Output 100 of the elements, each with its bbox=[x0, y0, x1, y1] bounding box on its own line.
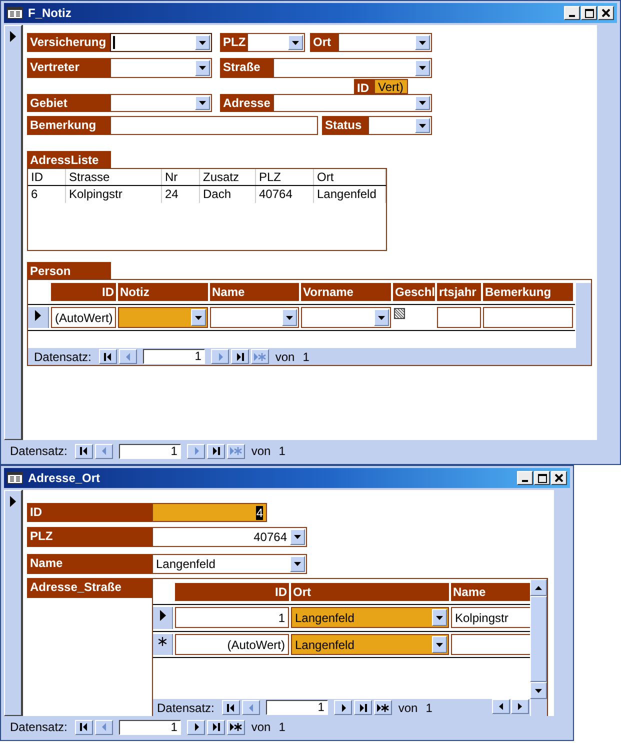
dropdown-button[interactable] bbox=[195, 35, 210, 50]
scroll-left-button[interactable] bbox=[492, 699, 510, 714]
scroll-thumb[interactable] bbox=[530, 596, 547, 682]
scroll-down-button[interactable] bbox=[530, 682, 547, 699]
combo-box[interactable]: Langenfeld bbox=[291, 607, 449, 628]
combo-box[interactable] bbox=[110, 58, 212, 78]
combo-box[interactable] bbox=[301, 307, 391, 328]
field-label: AdressListe bbox=[27, 151, 111, 168]
caret-icon bbox=[419, 124, 426, 128]
combo-box[interactable]: 40764 bbox=[152, 527, 307, 547]
record-number-field[interactable]: 1 bbox=[119, 444, 182, 458]
column-header: Zusatz bbox=[200, 169, 256, 185]
last-record-button[interactable] bbox=[231, 349, 250, 364]
maximize-button[interactable] bbox=[534, 471, 550, 485]
field-label: Gebiet bbox=[27, 94, 110, 112]
column-header[interactable]: ID bbox=[175, 583, 289, 601]
combo-box[interactable] bbox=[210, 307, 299, 328]
dropdown-button[interactable] bbox=[374, 309, 389, 326]
dropdown-button[interactable] bbox=[415, 118, 430, 133]
record-count-label: von bbox=[275, 350, 295, 364]
column-header[interactable]: Geschl bbox=[393, 283, 435, 301]
caret-icon bbox=[199, 66, 206, 70]
scroll-up-button[interactable] bbox=[530, 579, 547, 596]
maximize-icon bbox=[538, 474, 546, 482]
last-record-button[interactable] bbox=[354, 700, 372, 715]
first-record-button[interactable] bbox=[75, 720, 94, 734]
field-label: Adresse_Straße bbox=[27, 578, 152, 598]
column-header[interactable]: Ort bbox=[291, 583, 449, 601]
new-record-button[interactable] bbox=[374, 700, 392, 715]
last-record-button[interactable] bbox=[207, 720, 226, 734]
combo-box[interactable] bbox=[247, 33, 305, 52]
caret-icon bbox=[195, 316, 202, 320]
dropdown-button[interactable] bbox=[415, 96, 430, 110]
column-header[interactable]: Name bbox=[451, 583, 530, 601]
dropdown-button[interactable] bbox=[282, 309, 297, 326]
record-number-field[interactable]: 1 bbox=[266, 700, 328, 715]
column-header[interactable]: rtsjahr bbox=[437, 283, 481, 301]
field-label: Ort bbox=[310, 33, 338, 52]
text-field[interactable] bbox=[437, 307, 481, 328]
table-cell: 6 bbox=[28, 186, 66, 203]
column-header[interactable]: Bemerkung bbox=[483, 283, 573, 301]
maximize-button[interactable] bbox=[581, 6, 597, 20]
dropdown-button[interactable] bbox=[415, 60, 430, 76]
combo-box[interactable] bbox=[110, 33, 212, 52]
close-icon bbox=[555, 474, 563, 482]
list-box[interactable]: ID Strasse Nr Zusatz PLZ Ort 6 Kolpingstr 24 Dach 40764 Langenfeld bbox=[27, 168, 387, 251]
vertical-scrollbar[interactable] bbox=[530, 579, 547, 699]
combo-box[interactable] bbox=[110, 94, 212, 112]
close-button[interactable] bbox=[598, 6, 614, 20]
dropdown-button[interactable] bbox=[195, 96, 210, 110]
text-field[interactable]: 1 bbox=[175, 607, 289, 628]
dropdown-button[interactable] bbox=[195, 60, 210, 76]
combo-box[interactable] bbox=[273, 94, 432, 112]
text-field[interactable]: Vert) bbox=[374, 79, 408, 94]
text-field[interactable] bbox=[483, 307, 573, 328]
text-field[interactable]: 4 bbox=[152, 503, 267, 522]
arrow-icon bbox=[216, 352, 224, 360]
record-selector[interactable] bbox=[153, 607, 173, 629]
dropdown-button[interactable] bbox=[432, 609, 447, 626]
scroll-right-button[interactable] bbox=[511, 699, 529, 714]
minimize-button[interactable] bbox=[517, 471, 533, 485]
combo-box[interactable] bbox=[338, 33, 432, 52]
dropdown-button[interactable] bbox=[415, 35, 430, 50]
field-label: Vertreter bbox=[27, 58, 110, 78]
dropdown-button[interactable] bbox=[290, 556, 305, 572]
column-header[interactable]: Name bbox=[210, 283, 299, 301]
text-field[interactable]: (AutoWert) bbox=[175, 634, 289, 655]
last-record-button[interactable] bbox=[207, 444, 226, 458]
column-header[interactable]: Notiz bbox=[118, 283, 208, 301]
text-field[interactable]: Kolpingstr bbox=[451, 607, 530, 628]
combo-box[interactable] bbox=[273, 58, 432, 78]
new-record-button[interactable] bbox=[227, 720, 246, 734]
arrow-bar-icon bbox=[212, 723, 220, 731]
combo-box[interactable]: Langenfeld bbox=[152, 554, 307, 574]
record-number-field[interactable]: 1 bbox=[119, 720, 182, 734]
column-header[interactable]: Vorname bbox=[301, 283, 391, 301]
combo-box[interactable] bbox=[368, 116, 432, 135]
first-record-button[interactable] bbox=[75, 444, 94, 458]
next-record-button[interactable] bbox=[334, 700, 352, 715]
first-record-button[interactable] bbox=[222, 700, 240, 715]
record-selector[interactable] bbox=[153, 634, 173, 655]
text-field[interactable]: (AutoWert) bbox=[51, 307, 116, 328]
column-header[interactable]: ID bbox=[51, 283, 116, 301]
arrow-asterisk-icon bbox=[254, 352, 266, 360]
field-label: Straße bbox=[220, 58, 273, 78]
minimize-button[interactable] bbox=[564, 6, 580, 20]
text-field[interactable] bbox=[110, 116, 318, 135]
record-selector[interactable] bbox=[28, 307, 49, 328]
dropdown-button[interactable] bbox=[432, 636, 447, 653]
text-field[interactable] bbox=[451, 634, 530, 655]
dropdown-button[interactable] bbox=[290, 529, 305, 545]
checkbox[interactable] bbox=[394, 308, 405, 319]
next-record-button[interactable] bbox=[187, 720, 206, 734]
combo-box[interactable]: Langenfeld bbox=[291, 634, 449, 655]
record-number-field[interactable]: 1 bbox=[143, 349, 206, 364]
dropdown-button[interactable] bbox=[191, 309, 206, 326]
first-record-button[interactable] bbox=[99, 349, 118, 364]
arrow-icon bbox=[10, 31, 16, 42]
dropdown-button[interactable] bbox=[288, 35, 303, 50]
close-button[interactable] bbox=[551, 471, 567, 485]
